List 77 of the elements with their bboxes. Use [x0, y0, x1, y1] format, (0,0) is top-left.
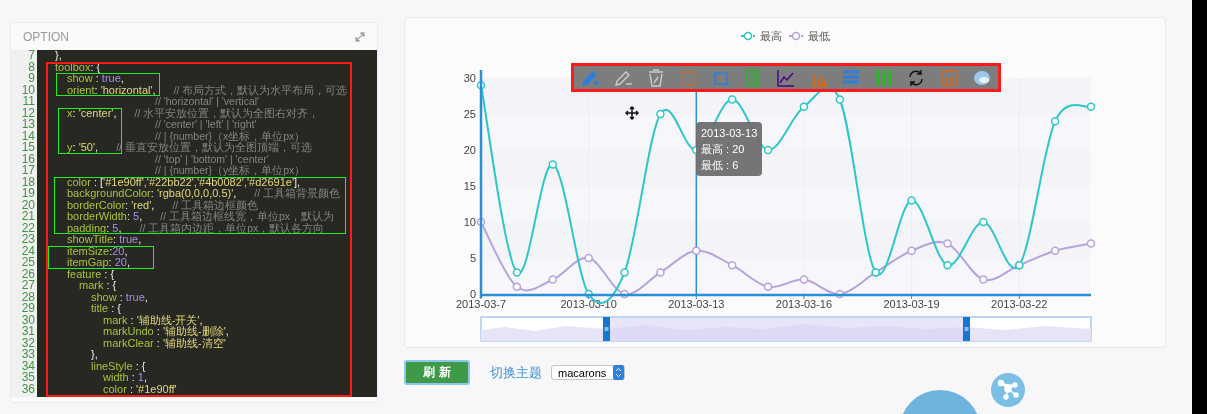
code-line: title : {: [91, 303, 121, 315]
line-number: 25: [21, 257, 35, 269]
axis-label: 2013-03-10: [560, 298, 617, 310]
tooltip-value: 最高 : 20: [701, 142, 746, 156]
code-line: padding: 5, // 工具箱内边距，单位px，默认各方向: [67, 222, 325, 234]
line-number: 36: [21, 383, 35, 395]
line-number: 21: [21, 211, 35, 223]
axis-label: 10: [463, 216, 476, 228]
line-number: 9: [28, 73, 35, 85]
line-number: 16: [21, 153, 35, 165]
code-line: backgroundColor: 'rgba(0,0,0,0.5)', // 工具箱背景颜色: [67, 188, 341, 200]
line-number: 28: [21, 291, 35, 303]
line-number: 31: [21, 326, 35, 338]
axis-label: 20: [463, 144, 476, 156]
tooltip-title: 2013-03-13: [701, 126, 758, 140]
line-number: 15: [21, 142, 35, 154]
code-line: borderColor: 'red', // 工具箱边框颜色: [67, 199, 259, 211]
code-line: show : true,: [67, 73, 124, 85]
code-line: width : 1,: [103, 372, 148, 384]
axis-label: 5: [469, 252, 476, 264]
line-number: 14: [21, 130, 35, 142]
code-line: // 'horizontal' | 'vertical': [155, 96, 260, 108]
tooltip-value: 最低 : 6: [701, 158, 740, 172]
line-number: 10: [21, 84, 35, 96]
panel-title: OPTION: [23, 29, 69, 44]
axis-label: 0: [469, 288, 476, 300]
line-number: 24: [21, 245, 35, 257]
line-number: 26: [21, 268, 35, 280]
code-line: markClear : '辅助线-清空': [103, 337, 226, 349]
code-line: feature : {: [67, 268, 115, 280]
code-line: itemSize:20,: [67, 245, 128, 257]
axis-label: 2013-03-7: [455, 298, 507, 310]
line-number: 27: [21, 280, 35, 292]
line-number: 18: [21, 176, 35, 188]
axis-label: 25: [463, 108, 476, 120]
legend-label: 最低: [808, 30, 830, 42]
line-number: 32: [21, 337, 35, 349]
axis-label: 2013-03-13: [668, 298, 725, 310]
code-line: orient: 'horizontal', // 布局方式，默认为水平布局，可选: [67, 84, 348, 96]
line-number: 7: [28, 50, 35, 62]
code-line: itemGap: 20,: [67, 257, 130, 269]
code-line: // | {number}（x坐标，单位px）: [155, 130, 306, 142]
line-number: 13: [21, 119, 35, 131]
code-line: mark : {: [79, 280, 117, 292]
line-number: 8: [28, 61, 35, 73]
code-line: show : true,: [91, 291, 148, 303]
line-number: 20: [21, 199, 35, 211]
code-line: },: [55, 50, 62, 62]
legend-label: 最高: [760, 30, 782, 42]
line-number: 11: [22, 96, 35, 108]
code-line: mark : '辅助线-开关',: [103, 314, 203, 326]
axis-label: 2013-03-19: [883, 298, 940, 310]
code-line: color : '#1e90ff': [103, 383, 177, 395]
line-number: 12: [21, 107, 35, 119]
code-line: // 'center' | 'left' | 'right': [155, 119, 257, 131]
code-line: showTitle: true,: [67, 234, 142, 246]
line-number: 19: [21, 188, 35, 200]
line-number: 22: [21, 222, 35, 234]
axis-label: 30: [463, 72, 476, 84]
line-number: 30: [21, 314, 35, 326]
code-line: lineStyle : {: [91, 360, 146, 372]
line-number: 34: [21, 360, 35, 372]
line-number: 23: [21, 234, 35, 246]
axis-label: 15: [463, 180, 476, 192]
line-number: 33: [21, 349, 35, 361]
code-line: // 'top' | 'bottom' | 'center': [155, 153, 269, 165]
axis-label: 2013-03-16: [775, 298, 833, 310]
code-line: color : ['#1e90ff','#22bb22','#4b0082','#d2691e'],: [67, 176, 301, 188]
code-line: },: [91, 349, 98, 361]
code-line: borderWidth: 5, // 工具箱边框线宽，单位px，默认为: [67, 211, 335, 223]
line-number: 29: [21, 303, 35, 315]
line-number: 17: [21, 165, 35, 177]
code-line: // | {number}（y坐标，单位px）: [155, 165, 306, 177]
code-line: markUndo : '辅助线-删除',: [103, 326, 229, 337]
code-line: x: 'center', // 水平安放位置，默认为全图右对齐，: [67, 107, 320, 119]
line-number: 35: [21, 372, 35, 384]
axis-label: 2013-03-22: [991, 298, 1048, 310]
